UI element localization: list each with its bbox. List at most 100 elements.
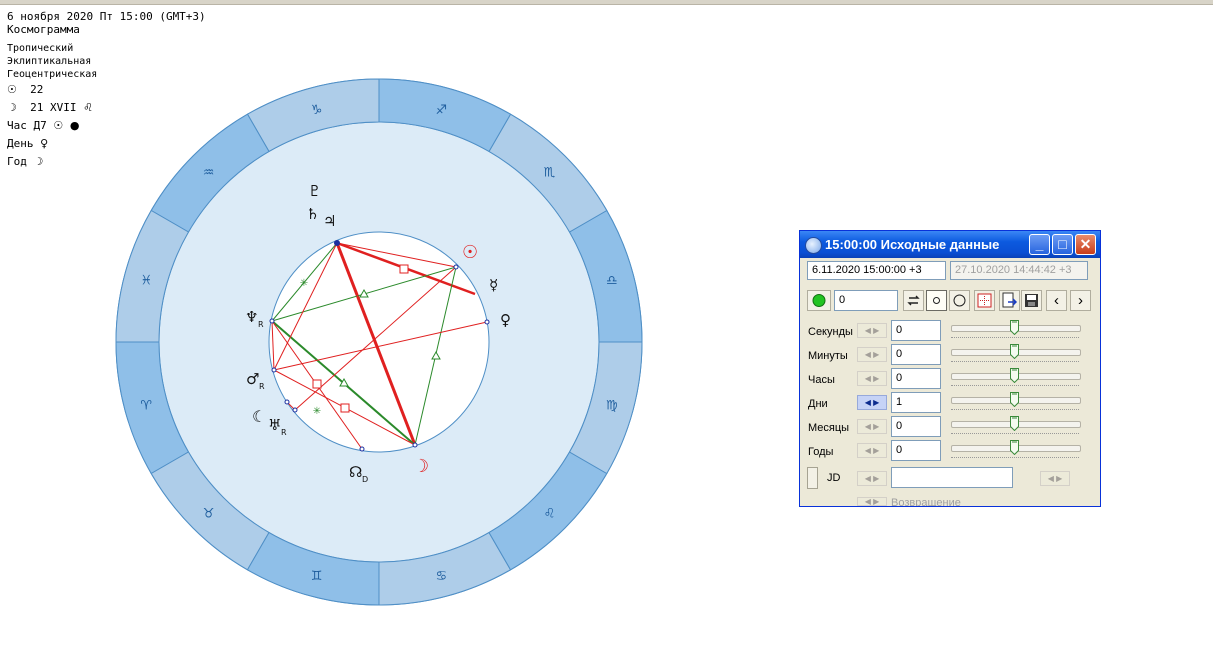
cosmogram-wheel: ♑♒♓♈♉♊ ♋♌♍♎♏♐ ✳✳ ♇♄ ♃☉☿♀♆ R♂ R☾ ♅ R☊ D☽ [115,78,643,606]
small-circle-icon [933,297,940,304]
jupiter-icon: ♃ [323,212,336,230]
slider-thumb[interactable] [1010,416,1019,431]
row-slider[interactable] [951,368,1081,386]
initial-data-dialog: 15:00:00 Исходные данные _ □ ✕ 6.11.2020… [799,230,1101,507]
row-value-field[interactable]: 0 [891,344,941,365]
slider-thumb[interactable] [1010,440,1019,455]
green-circle-icon [812,294,826,307]
save-button[interactable] [1021,290,1042,311]
jd-arrows-right: ◀ ▶ [1040,471,1070,486]
prev-button[interactable]: ‹ [1046,290,1067,311]
planet-point [271,367,277,373]
pluto-icon: ♇ [308,182,321,200]
row-label: Минуты [808,350,848,362]
maximize-icon: □ [1058,236,1067,252]
jd-checkbox[interactable] [807,467,818,489]
close-button[interactable]: ✕ [1075,234,1096,255]
jd-label: JD [827,472,841,484]
row-value-field[interactable]: 0 [891,320,941,341]
row-arrows[interactable]: ◀ ▶ [857,395,887,410]
dialog-title: 15:00:00 Исходные данные [825,237,1000,252]
neptune-icon-flag: R [258,320,264,329]
planet-point [412,442,418,448]
planet-point [269,318,275,324]
row-arrows[interactable]: ◀ ▶ [857,323,887,338]
sign-glyph: ♓ [140,274,152,289]
mars-icon-flag: R [259,382,265,391]
uranus-icon: ♅ [268,416,281,434]
main-datetime-field[interactable]: 6.11.2020 15:00:00 +3 [807,261,946,280]
moon-glyph: ☽ [413,456,429,477]
neptune-icon: ♆ [245,308,258,326]
row-slider[interactable] [951,392,1081,410]
calendar-button[interactable] [974,290,995,311]
row-arrows[interactable]: ◀ ▶ [857,443,887,458]
minimize-button[interactable]: _ [1029,234,1050,255]
uranus-icon-flag: R [281,428,287,437]
maximize-button[interactable]: □ [1052,234,1073,255]
row-arrows[interactable]: ◀ ▶ [857,371,887,386]
slider-thumb[interactable] [1010,368,1019,383]
planet-point [284,399,290,405]
go-button[interactable] [807,290,831,311]
row-label: Секунды [808,326,853,338]
row-label: Часы [808,374,835,386]
slider-thumb[interactable] [1010,320,1019,335]
saturn-icon: ♄ [306,205,319,223]
app-icon [805,237,822,254]
chevron-left-icon: ‹ [1054,292,1059,309]
row-slider[interactable] [951,440,1081,458]
planet-point [453,264,459,270]
slider-ticks [951,433,1079,434]
sign-glyph: ♒ [203,166,215,181]
row-label: Дни [808,398,828,410]
row-value-field[interactable]: 1 [891,392,941,413]
jd-field[interactable] [891,467,1013,488]
step-field[interactable]: 0 [834,290,898,311]
close-icon: ✕ [1079,236,1092,252]
sign-glyph: ♏ [544,166,556,181]
cycle-button[interactable] [903,290,924,311]
big-circle-button[interactable] [949,290,970,311]
planet-point [334,240,340,246]
slider-ticks [951,361,1079,362]
next-button[interactable]: › [1070,290,1091,311]
row-value-field[interactable]: 0 [891,440,941,461]
chevron-right-icon: › [1078,292,1083,309]
sign-glyph: ♐ [436,103,448,118]
calendar-icon [977,293,992,308]
minimize-icon: _ [1035,236,1044,252]
row-slider[interactable] [951,344,1081,362]
row-label: Месяцы [808,422,850,434]
slider-ticks [951,409,1079,410]
planet-point [484,319,490,325]
small-circle-button[interactable] [926,290,947,311]
row-arrows[interactable]: ◀ ▶ [857,347,887,362]
sextile-aspect-marker: ✳ [300,278,308,289]
venus-icon: ♀ [500,311,511,329]
sign-glyph: ♊ [311,569,323,584]
dialog-titlebar[interactable]: 15:00:00 Исходные данные _ □ ✕ [800,231,1100,258]
sign-glyph: ♌ [544,506,556,521]
row-arrows[interactable]: ◀ ▶ [857,419,887,434]
export-button[interactable] [999,290,1020,311]
row-label: Годы [808,446,834,458]
slider-thumb[interactable] [1010,344,1019,359]
row-slider[interactable] [951,416,1081,434]
sign-glyph: ♉ [203,506,215,521]
slider-thumb[interactable] [1010,392,1019,407]
cycle-arrows-icon [907,295,920,306]
floppy-icon [1025,294,1038,307]
lilith-icon: ☾ [252,407,266,426]
square-aspect-marker [399,264,409,274]
sextile-aspect-marker: ✳ [313,406,321,417]
row-value-field[interactable]: 0 [891,416,941,437]
sign-glyph: ♈ [140,398,152,413]
return-arrows: ◀ ▶ [857,497,887,506]
row-slider[interactable] [951,320,1081,338]
mars-icon: ♂ [246,370,259,388]
planet-point [359,446,365,452]
slider-ticks [951,385,1079,386]
row-value-field[interactable]: 0 [891,368,941,389]
mercury-icon: ☿ [489,276,498,294]
